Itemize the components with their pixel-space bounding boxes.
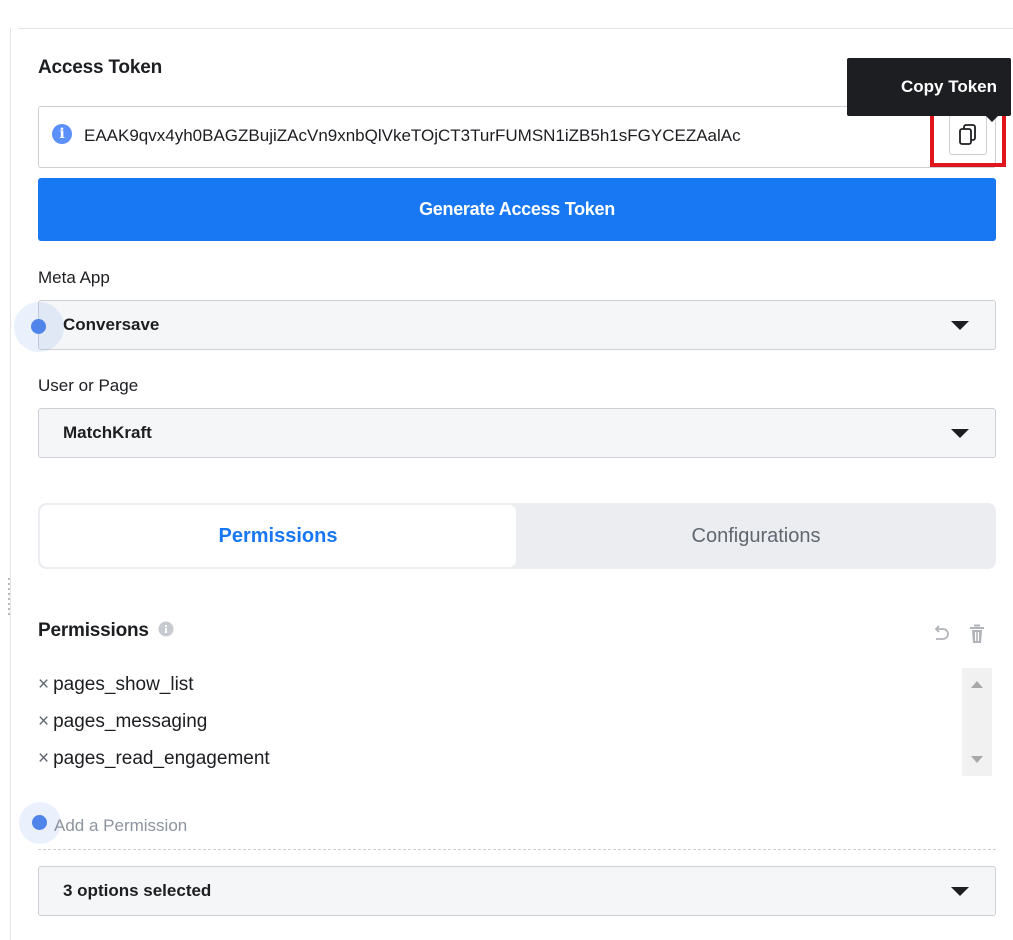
- user-or-page-select[interactable]: MatchKraft: [38, 408, 996, 458]
- meta-app-value: Conversave: [63, 315, 160, 334]
- top-divider: [18, 28, 1013, 29]
- chevron-down-icon: [951, 886, 969, 896]
- access-token-heading: Access Token: [38, 57, 162, 78]
- permissions-scrollbar[interactable]: [962, 668, 992, 776]
- meta-app-select[interactable]: Conversave: [38, 300, 996, 350]
- left-divider: [10, 28, 11, 940]
- scroll-up-icon[interactable]: [971, 681, 983, 688]
- permission-name: pages_messaging: [53, 711, 208, 732]
- permission-name: pages_show_list: [53, 674, 194, 695]
- add-permission-input[interactable]: Add a Permission: [54, 816, 187, 836]
- copy-token-tooltip: Copy Token: [847, 58, 1011, 116]
- tab-configurations[interactable]: Configurations: [518, 505, 994, 567]
- info-circle-icon[interactable]: [158, 621, 174, 637]
- permissions-heading: Permissions: [38, 620, 174, 642]
- trash-icon[interactable]: [967, 623, 987, 645]
- permissions-heading-text: Permissions: [38, 620, 149, 641]
- options-selected-text: 3 options selected: [63, 881, 212, 900]
- list-item[interactable]: × pages_show_list: [38, 674, 194, 696]
- tooltip-arrow: [986, 116, 998, 122]
- dashed-divider: [38, 849, 996, 850]
- info-icon[interactable]: i: [52, 124, 72, 144]
- tab-permissions[interactable]: Permissions: [40, 505, 516, 567]
- chevron-down-icon: [951, 428, 969, 438]
- remove-permission-icon[interactable]: ×: [38, 748, 49, 769]
- user-or-page-label: User or Page: [38, 376, 139, 395]
- click-indicator-dot: [32, 815, 47, 830]
- permission-name: pages_read_engagement: [53, 748, 270, 769]
- meta-app-label: Meta App: [38, 268, 110, 287]
- generate-access-token-button[interactable]: Generate Access Token: [38, 178, 996, 241]
- list-item[interactable]: × pages_read_engagement: [38, 748, 270, 770]
- chevron-down-icon: [951, 320, 969, 330]
- access-token-value[interactable]: EAAK9qvx4yh0BAGZBujiZAcVn9xnbQlVkeTOjCT3…: [84, 124, 896, 148]
- resize-handle[interactable]: [8, 578, 10, 618]
- scroll-down-icon[interactable]: [971, 756, 983, 763]
- remove-permission-icon[interactable]: ×: [38, 711, 49, 732]
- permissions-select[interactable]: 3 options selected: [38, 866, 996, 916]
- undo-icon[interactable]: [930, 624, 952, 646]
- user-or-page-value: MatchKraft: [63, 423, 152, 442]
- list-item[interactable]: × pages_messaging: [38, 711, 207, 733]
- copy-button-frame[interactable]: [949, 115, 987, 155]
- remove-permission-icon[interactable]: ×: [38, 674, 49, 695]
- copy-icon: [959, 124, 976, 145]
- click-indicator-dot: [31, 319, 46, 334]
